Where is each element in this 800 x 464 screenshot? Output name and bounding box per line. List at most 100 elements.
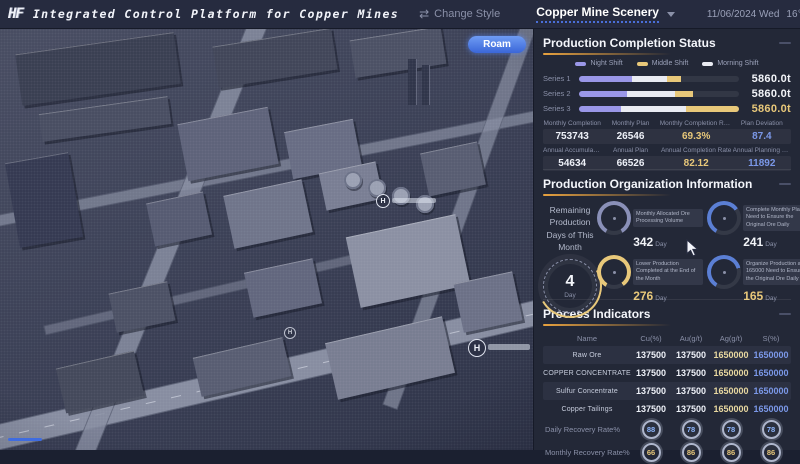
company-logo-icon: H <box>468 339 486 357</box>
gauge-value: 241 Day <box>743 235 777 249</box>
more-button[interactable] <box>779 42 791 44</box>
gauge-label: Lower Production Completed at the End of… <box>633 258 703 286</box>
process-indicators-table: Name Cu(%) Au(g/t) Ag(g/t) S(%) Raw Ore 137500… <box>543 331 791 418</box>
series-label: Series 2 <box>543 89 571 98</box>
stat-label: Monthly Plan <box>611 120 650 127</box>
page-title: Integrated Control Platform for Copper M… <box>32 7 400 21</box>
gauge-value: 342 Day <box>633 235 667 249</box>
recovery-gauge: 66 <box>641 443 661 462</box>
recovery-gauge: 88 <box>641 420 661 439</box>
title-underline <box>543 194 671 196</box>
gauge-label: Monthly Allocated Ore Processing Volume <box>633 208 703 228</box>
org-gauges-grid: Monthly Allocated Ore Processing Volume 3… <box>597 201 800 313</box>
app-logo-icon: HF <box>8 6 24 22</box>
stat-value: 82.12 <box>683 158 709 169</box>
cell-value: 137500 <box>635 368 667 378</box>
stat-value: 753743 <box>555 131 589 142</box>
legend-item[interactable]: Night Shift <box>575 60 623 67</box>
bar-segment <box>620 105 687 112</box>
recovery-row: Monthly Recovery Rate% 66 86 86 86 <box>543 441 791 464</box>
gauge-ring-icon <box>597 255 631 289</box>
dashboard-column: Production Completion Status Night Shift… <box>530 29 800 462</box>
row-name: COPPER CONCENTRATE <box>543 369 631 377</box>
cell-value: 1650000 <box>753 350 789 360</box>
row-name: Copper Tailings <box>561 405 613 413</box>
gauge-ring-icon <box>597 201 631 235</box>
bar-segment <box>686 105 739 112</box>
building-block <box>212 29 338 89</box>
datetime-weather: 11/06/2024 Wed 16℃ Cloudy <box>707 9 800 20</box>
stat-label: Monthly Completion <box>543 120 601 127</box>
main-area: H H H Roam Production Completion Status … <box>0 29 800 462</box>
building-block <box>108 281 176 333</box>
series-value: 5860.0t <box>751 87 791 100</box>
building-block <box>223 179 313 249</box>
change-style-label: Change Style <box>434 8 501 20</box>
cell-value: 137500 <box>635 386 667 396</box>
series-bar-row: Series 1 5860.0t <box>543 71 791 86</box>
recovery-gauge: 86 <box>721 443 741 462</box>
chimney <box>422 65 429 105</box>
legend-item[interactable]: Middle Shift <box>636 60 689 67</box>
scene-selector-value: Copper Mine Scenery <box>536 5 659 23</box>
recovery-gauge: 78 <box>721 420 741 439</box>
top-bar: HF Integrated Control Platform for Coppe… <box>0 0 800 29</box>
app-root: HF Integrated Control Platform for Coppe… <box>0 0 800 462</box>
building-block <box>15 32 181 106</box>
cell-value: 1650000 <box>713 368 749 378</box>
cell-value: 1650000 <box>753 386 789 396</box>
table-row: COPPER CONCENTRATE 137500 137500 1650000 165… <box>543 364 791 382</box>
gauge-unit: Day <box>655 241 667 248</box>
panel-production-completion: Production Completion Status Night Shift… <box>543 29 791 171</box>
stat-label: Annual Completion Rate <box>660 147 732 154</box>
building-block <box>349 29 447 78</box>
stats-label-row: Monthly Completion Monthly Plan Monthly Co… <box>543 120 791 127</box>
series-bar-track[interactable] <box>579 90 739 97</box>
legend-item[interactable]: Morning Shift <box>702 60 759 67</box>
column-header: Name <box>576 334 597 343</box>
gauge-label: Organize Production at 165000 Need to En… <box>743 258 800 286</box>
gauge-ring-icon <box>707 255 741 289</box>
legend-label: Middle Shift <box>651 60 689 67</box>
remaining-days-gauge: 4 Day <box>530 247 610 326</box>
roam-button[interactable]: Roam <box>468 36 526 53</box>
legend-label: Morning Shift <box>717 60 759 67</box>
more-button[interactable] <box>779 183 791 185</box>
series-label: Series 1 <box>543 74 571 83</box>
stat-label: Annual Accumulation <box>543 147 602 154</box>
series-value: 5860.0t <box>751 72 791 85</box>
series-bar-track[interactable] <box>579 105 739 112</box>
cell-value: 1650000 <box>753 404 789 414</box>
shift-bar-chart: Series 1 5860.0t Series 2 5860.0t Series 3 58… <box>543 71 791 116</box>
company-logo-text <box>392 198 436 203</box>
column-header: S(%) <box>762 334 780 343</box>
company-logo-icon: H <box>376 194 390 208</box>
series-bar-row: Series 3 5860.0t <box>543 101 791 116</box>
building-block <box>5 152 83 248</box>
bottom-progress-dash <box>8 438 42 441</box>
series-bar-track[interactable] <box>579 75 739 82</box>
bar-segment <box>627 90 675 97</box>
3d-mine-scene[interactable]: H H H Roam <box>0 29 533 450</box>
cell-value: 137500 <box>635 350 667 360</box>
date-text: 11/06/2024 Wed <box>706 8 780 20</box>
building-block <box>325 316 455 400</box>
recovery-gauge: 78 <box>681 420 701 439</box>
temperature-text: 16℃ <box>786 8 800 20</box>
org-gauge: Monthly Allocated Ore Processing Volume 3… <box>597 201 703 253</box>
stat-label: Annual Planning Deviation <box>732 147 791 154</box>
more-button[interactable] <box>779 313 791 315</box>
recovery-gauge: 78 <box>761 420 781 439</box>
recovery-rates: Daily Recovery Rate% 88 78 78 78 Monthly Reco… <box>543 418 791 464</box>
legend-swatch <box>636 61 648 66</box>
scene-selector-dropdown[interactable]: Copper Mine Scenery <box>536 5 675 23</box>
building-block <box>146 191 212 247</box>
legend-label: Night Shift <box>590 60 623 67</box>
bar-segment <box>666 75 682 82</box>
table-header-row: Name Cu(%) Au(g/t) Ag(g/t) S(%) <box>543 331 791 346</box>
change-style-button[interactable]: ⇄ Change Style <box>419 7 500 21</box>
title-underline <box>543 53 671 55</box>
title-underline <box>543 324 671 326</box>
stat-value: 87.4 <box>752 131 772 142</box>
cell-value: 1650000 <box>713 386 749 396</box>
